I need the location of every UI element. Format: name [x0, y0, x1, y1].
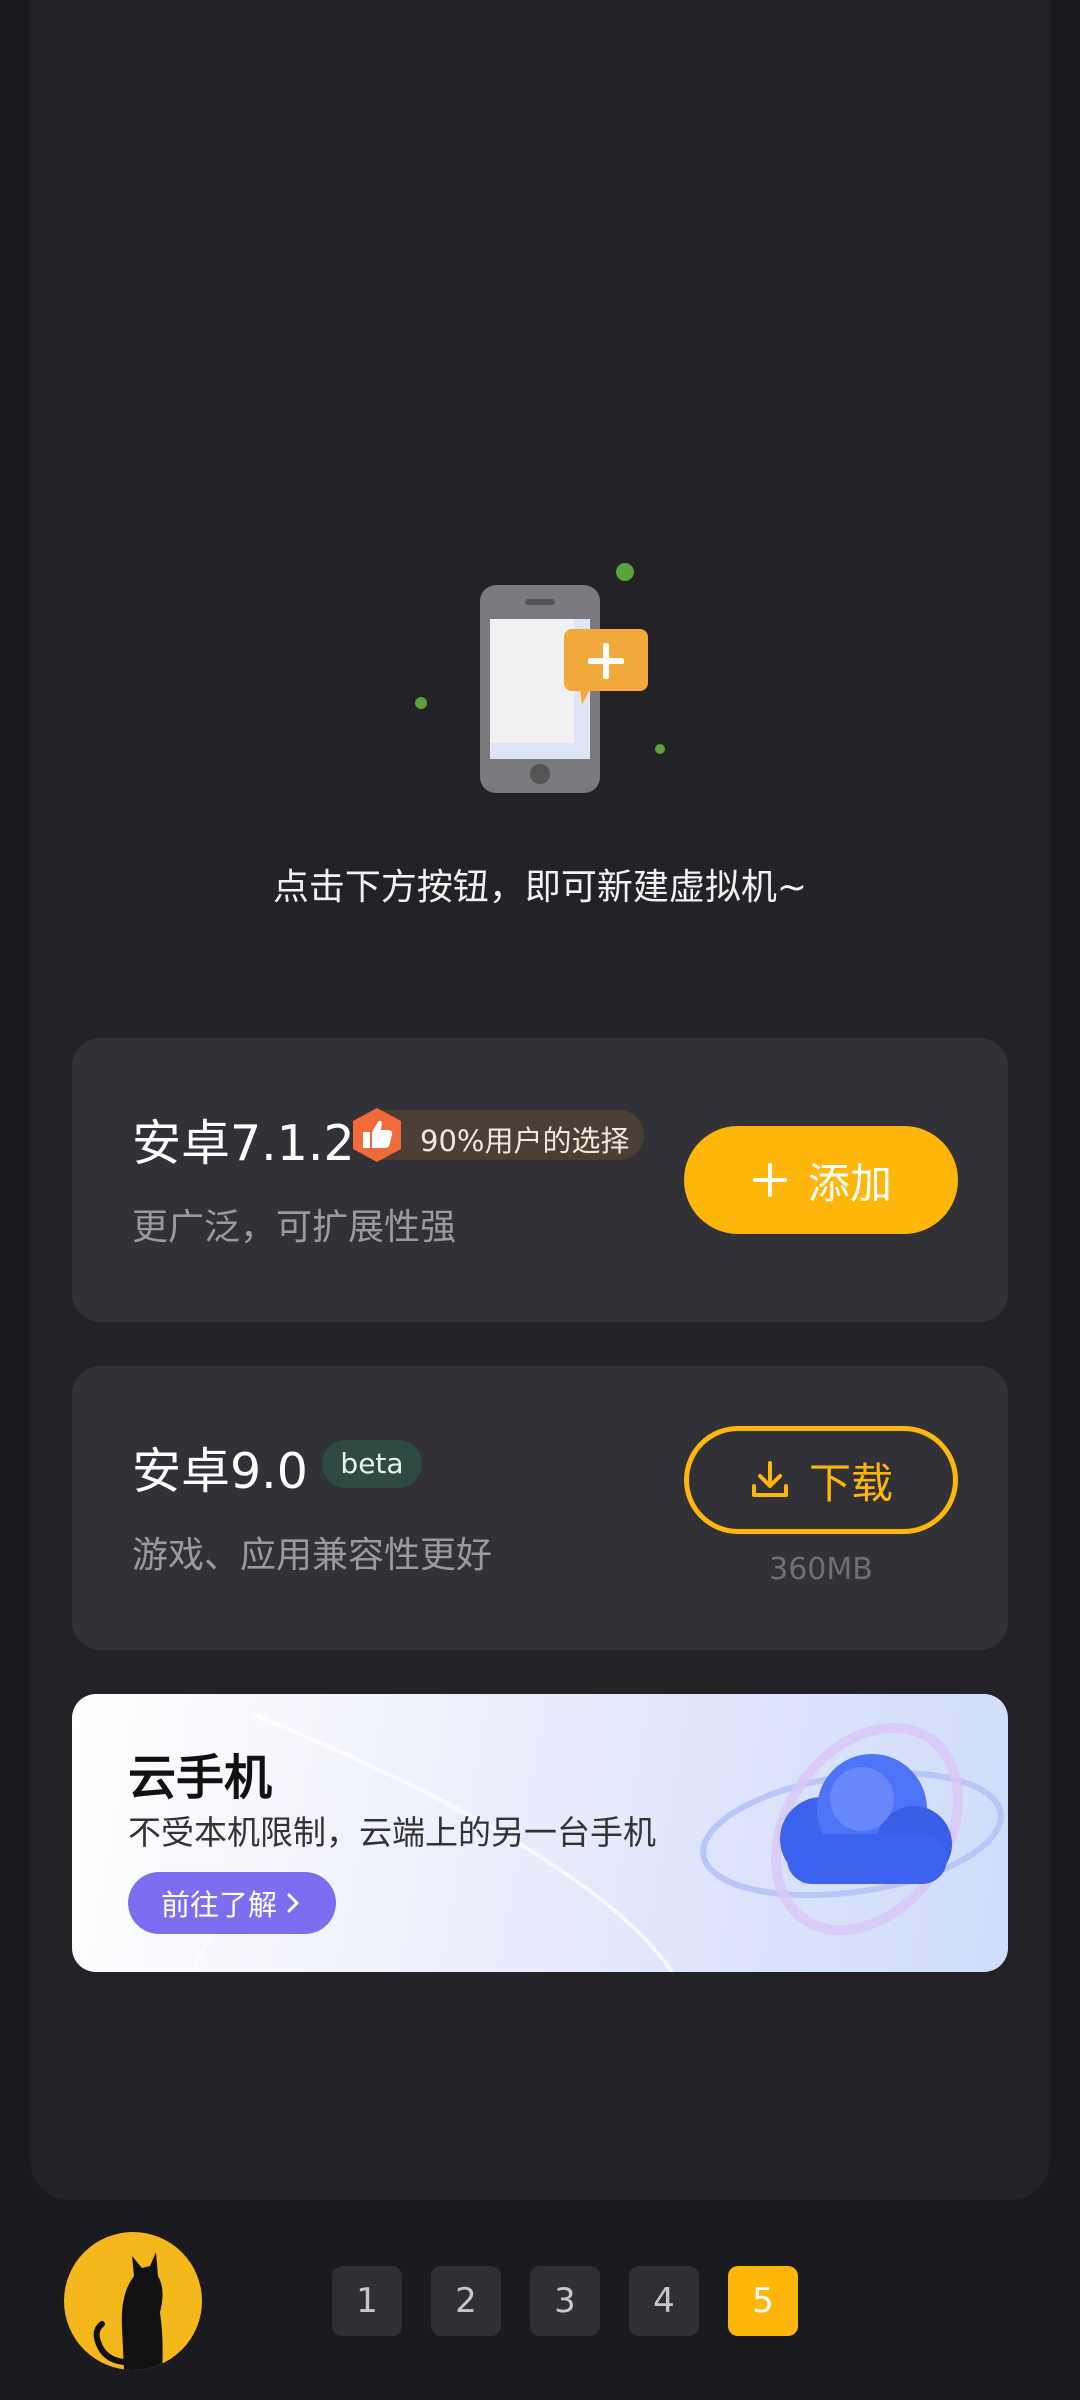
android-9-card: 安卓9.0 beta 游戏、应用兼容性更好 下载 360MB [72, 1366, 1008, 1650]
download-size: 360MB [769, 1552, 873, 1587]
avatar[interactable] [64, 2232, 202, 2370]
banner-subtitle: 不受本机限制，云端上的另一台手机 [128, 1813, 656, 1852]
card-description: 更广泛，可扩展性强 [132, 1207, 457, 1248]
page-button-5[interactable]: 5 [728, 2266, 798, 2336]
page-button-2[interactable]: 2 [431, 2266, 501, 2336]
android-7-card: 安卓7.1.2 90%用户的选择 更广泛，可扩展性强 添加 [72, 1038, 1008, 1322]
page-button-4[interactable]: 4 [629, 2266, 699, 2336]
download-button[interactable]: 下载 [684, 1426, 958, 1534]
chevron-right-icon [287, 1893, 299, 1913]
download-button-label: 下载 [808, 1458, 893, 1508]
page-button-1[interactable]: 1 [332, 2266, 402, 2336]
add-button-label: 添加 [807, 1158, 892, 1208]
learn-more-label: 前往了解 [160, 1888, 277, 1922]
add-button[interactable]: 添加 [684, 1126, 958, 1234]
cloud-icon [700, 1722, 1004, 1936]
card-title: 安卓9.0 [132, 1443, 308, 1500]
cat-silhouette-icon [93, 2252, 163, 2370]
page-selector: 1 2 3 4 5 [332, 2266, 798, 2336]
beta-badge: beta [322, 1440, 422, 1488]
download-icon [751, 1461, 788, 1497]
card-description: 游戏、应用兼容性更好 [132, 1535, 493, 1576]
learn-more-button[interactable]: 前往了解 [128, 1872, 336, 1934]
empty-state-hint: 点击下方按钮，即可新建虚拟机~ [272, 867, 808, 908]
thumbs-up-icon [353, 1108, 401, 1162]
plus-icon [752, 1163, 787, 1197]
card-title: 安卓7.1.2 [132, 1115, 355, 1172]
cloud-phone-banner[interactable]: 云手机 不受本机限制，云端上的另一台手机 前往了解 [72, 1694, 1008, 1972]
popular-badge-label: 90%用户的选择 [420, 1124, 630, 1158]
banner-title: 云手机 [128, 1750, 273, 1806]
page-button-3[interactable]: 3 [530, 2266, 600, 2336]
add-phone-illustration [415, 563, 665, 793]
popular-badge: 90%用户的选择 [353, 1108, 644, 1162]
